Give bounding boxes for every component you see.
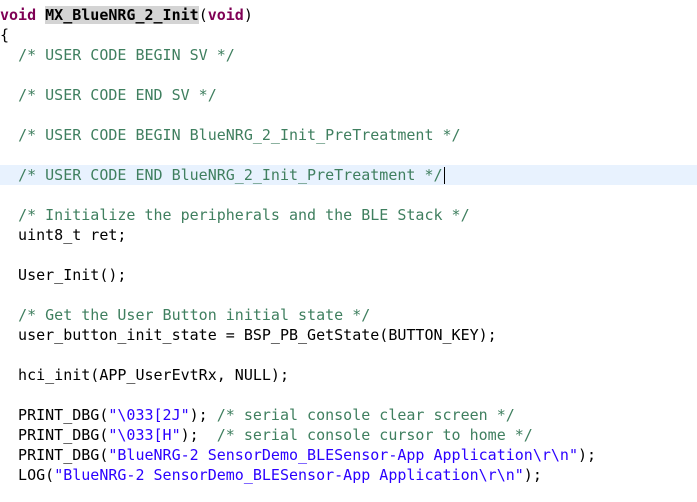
code-text: PRINT_DBG(: [0, 406, 109, 424]
code-text: );: [189, 406, 217, 424]
comment: /* serial console cursor to home */: [216, 426, 533, 444]
code-line-16[interactable]: LOG("BlueNRG-2 SensorDemo_BLESensor-App …: [0, 465, 697, 485]
current-line[interactable]: /* USER CODE END BlueNRG_2_Init_PreTreat…: [0, 165, 697, 185]
code-text: PRINT_DBG(: [0, 426, 109, 444]
code-line-1[interactable]: void MX_BlueNRG_2_Init(void): [0, 5, 697, 25]
code-text: );: [523, 466, 542, 484]
code-line-5[interactable]: /* USER CODE BEGIN BlueNRG_2_Init_PreTre…: [0, 125, 697, 145]
code-line-4[interactable]: /* USER CODE END SV */: [0, 85, 697, 105]
code-text: );: [577, 446, 597, 464]
comment: /* USER CODE END SV */: [18, 86, 217, 104]
code-text: LOG(: [0, 466, 55, 484]
string-literal: "\033[H": [108, 426, 181, 444]
open-brace: {: [0, 26, 10, 44]
comment: /* USER CODE END BlueNRG_2_Init_PreTreat…: [18, 166, 443, 184]
code-editor[interactable]: void MX_BlueNRG_2_Init(void) { /* USER C…: [0, 0, 697, 502]
comment: /* USER CODE BEGIN BlueNRG_2_Init_PreTre…: [18, 126, 461, 144]
paren-open: (: [198, 6, 208, 24]
code-text: hci_init(APP_UserEvtRx, NULL);: [0, 366, 289, 384]
code-text: PRINT_DBG(: [0, 446, 109, 464]
comment: /* Initialize the peripherals and the BL…: [18, 206, 470, 224]
comment: /* Get the User Button initial state */: [18, 306, 371, 324]
paren-close: ): [243, 6, 253, 24]
code-text: );: [180, 426, 217, 444]
code-line-7[interactable]: /* Initialize the peripherals and the BL…: [0, 205, 697, 225]
code-text: user_button_init_state = BSP_PB_GetState…: [0, 326, 497, 344]
code-line-11[interactable]: user_button_init_state = BSP_PB_GetState…: [0, 325, 697, 345]
code-line-13[interactable]: PRINT_DBG("\033[2J"); /* serial console …: [0, 405, 697, 425]
code-line-14[interactable]: PRINT_DBG("\033[H"); /* serial console c…: [0, 425, 697, 445]
text-cursor: [443, 167, 445, 184]
code-line-2[interactable]: {: [0, 25, 697, 45]
code-line-12[interactable]: hci_init(APP_UserEvtRx, NULL);: [0, 365, 697, 385]
code-line-3[interactable]: /* USER CODE BEGIN SV */: [0, 45, 697, 65]
string-literal: "BlueNRG-2 SensorDemo_BLESensor-App Appl…: [54, 466, 524, 484]
code-line-10[interactable]: /* Get the User Button initial state */: [0, 305, 697, 325]
code-line-15[interactable]: PRINT_DBG("BlueNRG-2 SensorDemo_BLESenso…: [0, 445, 697, 465]
code-line-8[interactable]: uint8_t ret;: [0, 225, 697, 245]
code-text: uint8_t ret;: [0, 226, 127, 244]
string-literal: "BlueNRG-2 SensorDemo_BLESensor-App Appl…: [108, 446, 578, 464]
code-line-9[interactable]: User_Init();: [0, 265, 697, 285]
keyword-void-param: void: [207, 6, 244, 24]
code-text: User_Init();: [0, 266, 127, 284]
function-name[interactable]: MX_BlueNRG_2_Init: [45, 6, 199, 24]
keyword-void: void: [0, 6, 37, 24]
comment: /* USER CODE BEGIN SV */: [18, 46, 235, 64]
string-literal: "\033[2J": [108, 406, 190, 424]
comment: /* serial console clear screen */: [216, 406, 515, 424]
